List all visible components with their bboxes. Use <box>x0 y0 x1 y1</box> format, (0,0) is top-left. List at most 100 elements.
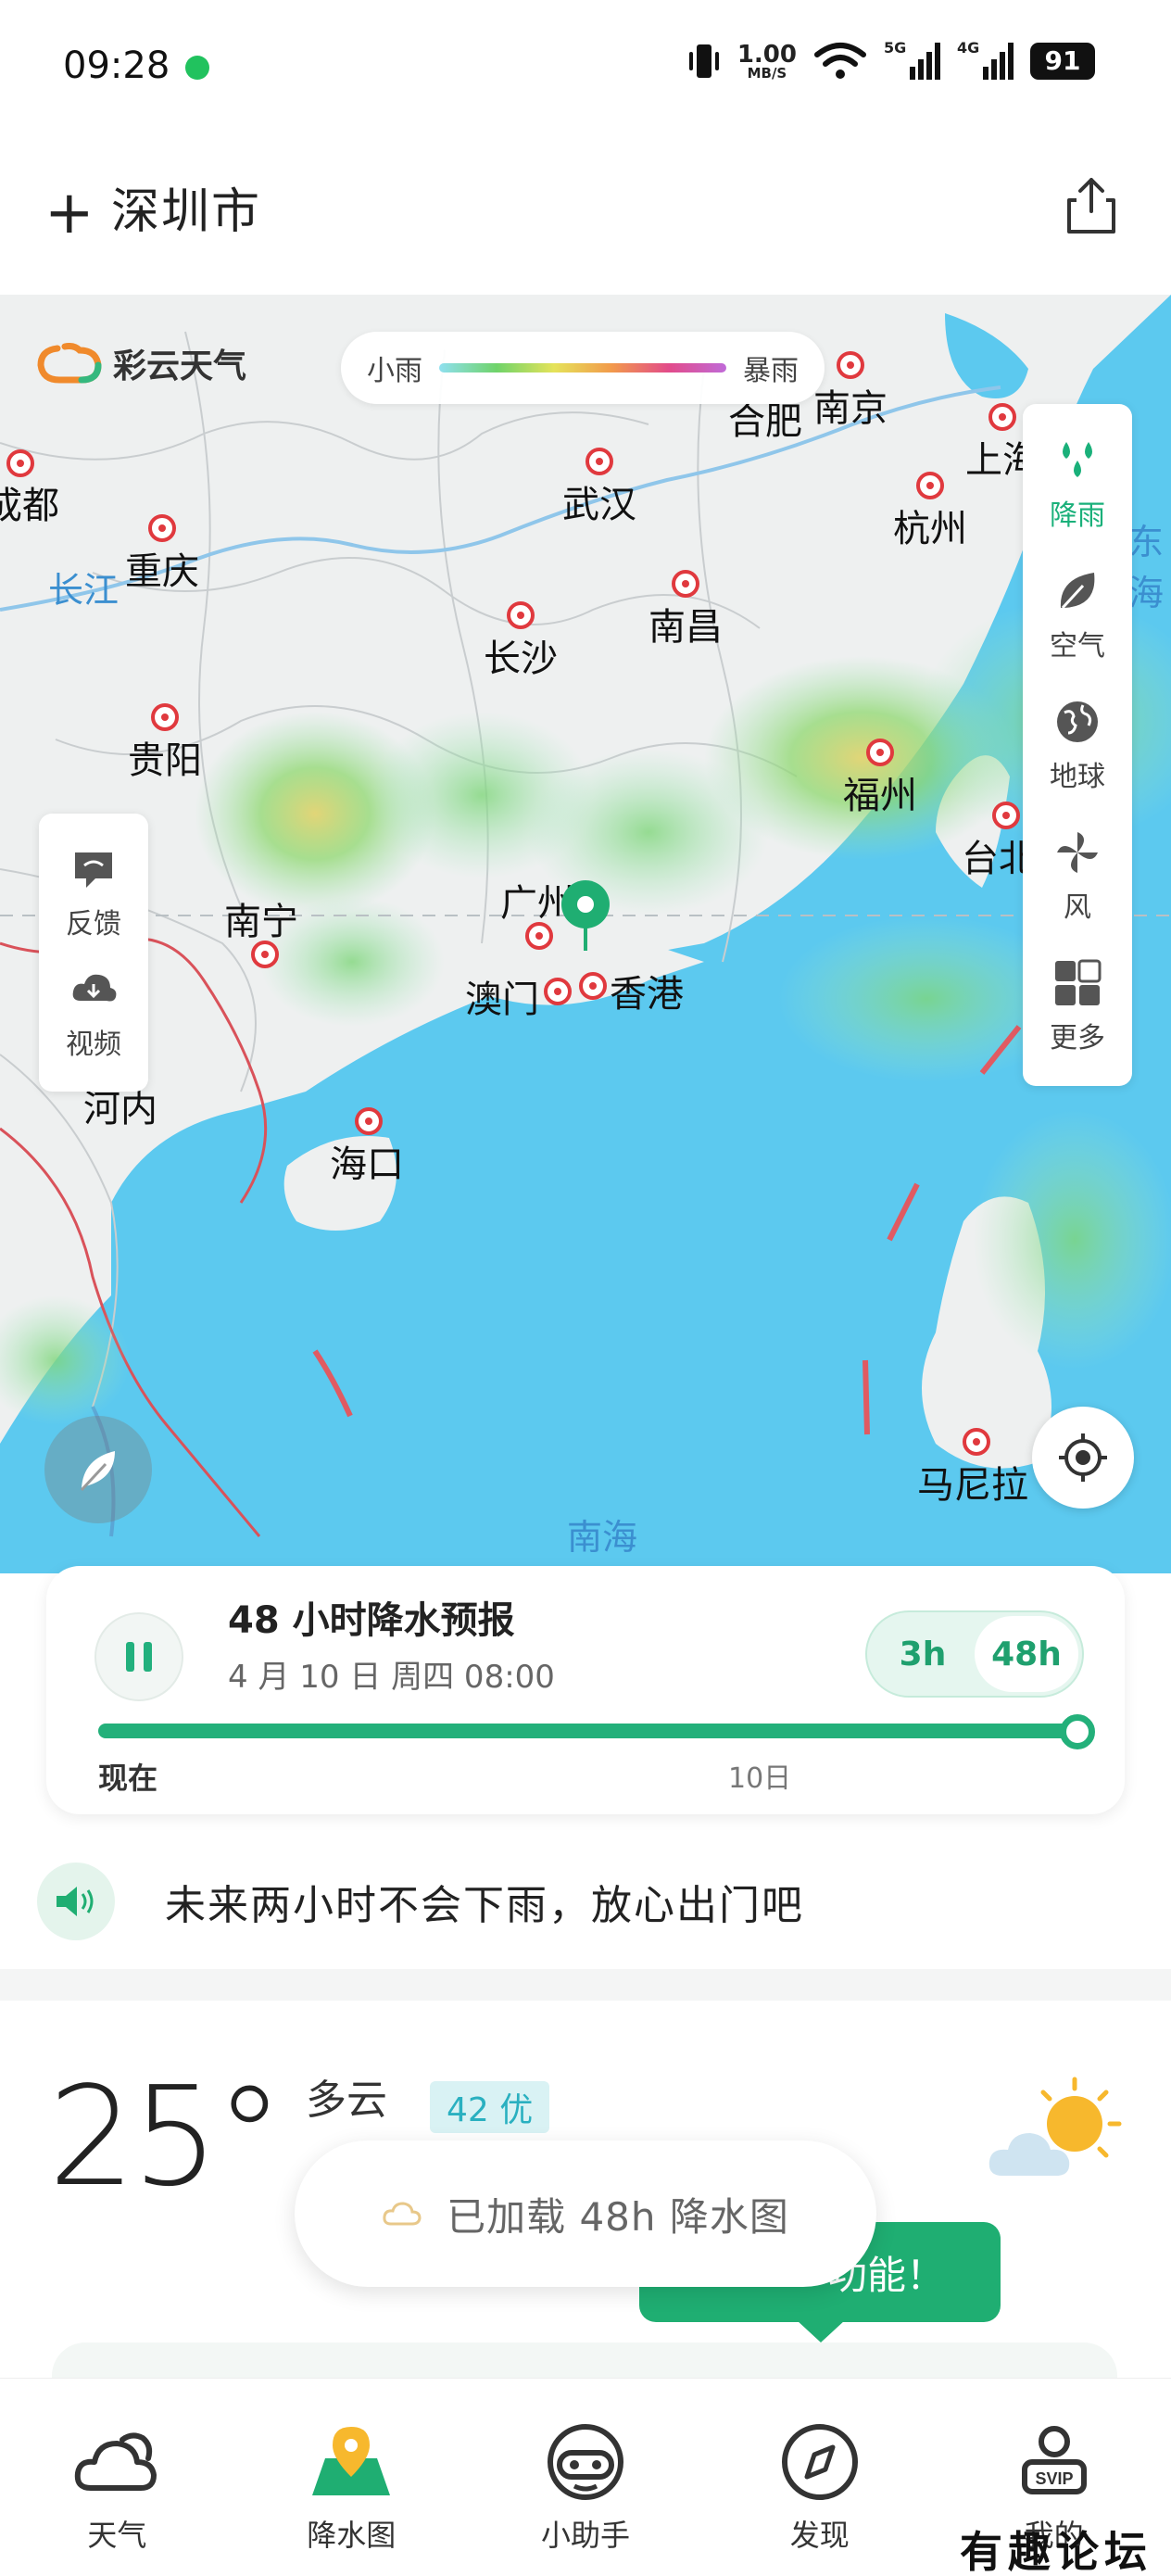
city-label-xianggang: 香港 <box>610 973 684 1016</box>
layer-air-button[interactable]: 空气 <box>1050 565 1105 663</box>
speaker-icon <box>57 1887 94 1916</box>
vibrate-icon <box>688 44 719 78</box>
timeline-day-label: 10日 <box>728 1762 792 1795</box>
speaker-button[interactable] <box>37 1863 115 1940</box>
layer-air-label: 空气 <box>1050 630 1105 663</box>
city-label-manila: 马尼拉 <box>917 1464 1028 1507</box>
nav-weather[interactable]: 天气 <box>0 2379 234 2576</box>
layer-wind-button[interactable]: 风 <box>1051 827 1103 925</box>
video-label: 视频 <box>66 1029 121 1061</box>
nav-weather-label: 天气 <box>87 2518 147 2553</box>
layer-wind-label: 风 <box>1064 890 1091 924</box>
net-speed-unit: MB/S <box>747 64 787 82</box>
locate-icon <box>1059 1433 1107 1482</box>
nav-rain-map-label: 降水图 <box>307 2518 397 2553</box>
aqi-badge[interactable]: 42 优 <box>430 2081 550 2133</box>
timeline-knob[interactable] <box>1060 1714 1095 1749</box>
city-marker-manila <box>963 1428 990 1456</box>
city-label-aomen: 澳门 <box>465 979 539 1021</box>
rain-legend: 小雨 暴雨 <box>341 332 825 404</box>
promo-arrow <box>797 2320 845 2342</box>
city-label-chengdu: 成都 <box>0 485 59 527</box>
svg-text:SVIP: SVIP <box>1035 2469 1073 2488</box>
battery-icon: 91 <box>1030 43 1095 80</box>
locate-button[interactable] <box>1032 1407 1134 1509</box>
city-marker-guiyang <box>151 703 179 731</box>
pause-icon <box>126 1642 134 1672</box>
wifi-icon <box>814 43 866 79</box>
notification-dot-icon <box>185 56 209 80</box>
globe-icon <box>1057 701 1098 742</box>
city-marker-taibei <box>992 802 1020 829</box>
assistant-icon <box>547 2424 623 2500</box>
segment-3h[interactable]: 3h <box>871 1616 975 1692</box>
status-time: 09:28 <box>63 44 170 87</box>
section-divider <box>0 1969 1171 2001</box>
status-icons: 1.00 MB/S 5G 4G 91 <box>687 39 1095 82</box>
status-bar: 09:28 1.00 MB/S 5G 4G 91 <box>0 0 1171 139</box>
header: + 深圳市 <box>0 139 1171 295</box>
timeline-progress-bar[interactable] <box>98 1724 1080 1738</box>
svip-user-icon: SVIP <box>1021 2426 1087 2494</box>
current-condition: 多云 <box>306 2077 387 2124</box>
leaf-icon <box>1060 573 1095 610</box>
feather-icon <box>80 1451 115 1492</box>
layer-rain-label: 降雨 <box>1050 499 1105 533</box>
pinwheel-icon <box>1057 831 1098 873</box>
city-label-wuhan: 武汉 <box>562 484 636 526</box>
nav-rain-map[interactable]: 降水图 <box>234 2379 469 2576</box>
net-speed: 1.00 MB/S <box>737 43 797 81</box>
city-marker-nanjing <box>837 351 864 379</box>
city-label-nanjing: 南京 <box>813 387 888 430</box>
pause-button[interactable] <box>94 1612 183 1701</box>
video-button[interactable]: 视频 <box>66 964 121 1062</box>
forecast-card: 48 小时降水预报 4 月 10 日 周四 08:00 3h 48h 现在 10… <box>46 1566 1125 1814</box>
current-temperature: 25° <box>48 2057 283 2216</box>
precipitation-map[interactable]: 成都 重庆 武汉 合肥 南京 上海 杭州 长沙 南昌 贵阳 福州 台北 南宁 广… <box>0 295 1171 1573</box>
legend-max-label: 暴雨 <box>743 355 799 387</box>
city-label-hangzhou: 杭州 <box>893 508 967 550</box>
leaf-float-button[interactable] <box>44 1416 152 1523</box>
rain-tip-row: 未来两小时不会下雨，放心出门吧 <box>0 1844 1171 1955</box>
map-left-panel: 反馈 视频 <box>39 814 148 1092</box>
water-label-donghai: 东海 <box>1128 522 1165 613</box>
city-label-nanning: 南宁 <box>224 901 298 943</box>
city-label-changsha: 长沙 <box>484 638 558 680</box>
feedback-icon <box>75 852 112 888</box>
legend-min-label: 小雨 <box>367 355 422 387</box>
signal-4g-label: 4G <box>957 39 980 57</box>
share-icon[interactable] <box>1064 176 1119 235</box>
rain-tip-text: 未来两小时不会下雨，放心出门吧 <box>165 1882 804 1929</box>
brand-name: 彩云天气 <box>113 347 247 385</box>
city-marker-chongqing <box>148 514 176 542</box>
water-label-nanhai: 南海 <box>567 1517 638 1558</box>
nav-discover-label: 发现 <box>789 2518 850 2553</box>
nav-assistant[interactable]: 小助手 <box>469 2379 703 2576</box>
city-marker-aomen <box>544 978 572 1005</box>
map-pin-icon <box>312 2427 391 2495</box>
city-title[interactable]: 深圳市 <box>111 172 261 242</box>
city-marker-xianggang <box>579 972 607 1000</box>
add-city-icon[interactable]: + <box>44 183 94 243</box>
water-label-changjiang: 长江 <box>48 570 120 611</box>
city-marker-hangzhou <box>916 472 944 499</box>
brand-logo-icon <box>37 343 102 384</box>
layer-globe-label: 地球 <box>1050 760 1105 793</box>
layer-more-label: 更多 <box>1050 1021 1105 1054</box>
range-segment: 3h 48h <box>865 1610 1084 1698</box>
layer-globe-button[interactable]: 地球 <box>1050 696 1105 794</box>
feedback-button[interactable]: 反馈 <box>66 843 121 941</box>
layer-rain-button[interactable]: 降雨 <box>1050 435 1105 533</box>
net-speed-value: 1.00 <box>737 40 797 69</box>
signal-4g-icon: 4G <box>957 39 1014 80</box>
legend-gradient-bar <box>439 363 726 373</box>
city-label-nanchang: 南昌 <box>648 606 723 649</box>
segment-48h[interactable]: 48h <box>975 1616 1078 1692</box>
watermark: 有趣论坛 <box>960 2527 1152 2576</box>
nav-discover[interactable]: 发现 <box>702 2379 937 2576</box>
layer-more-button[interactable]: 更多 <box>1050 957 1105 1055</box>
city-marker-chengdu <box>6 449 34 477</box>
signal-5g-label: 5G <box>884 39 907 57</box>
signal-5g-icon: 5G <box>884 39 940 80</box>
city-marker-changsha <box>507 601 535 629</box>
